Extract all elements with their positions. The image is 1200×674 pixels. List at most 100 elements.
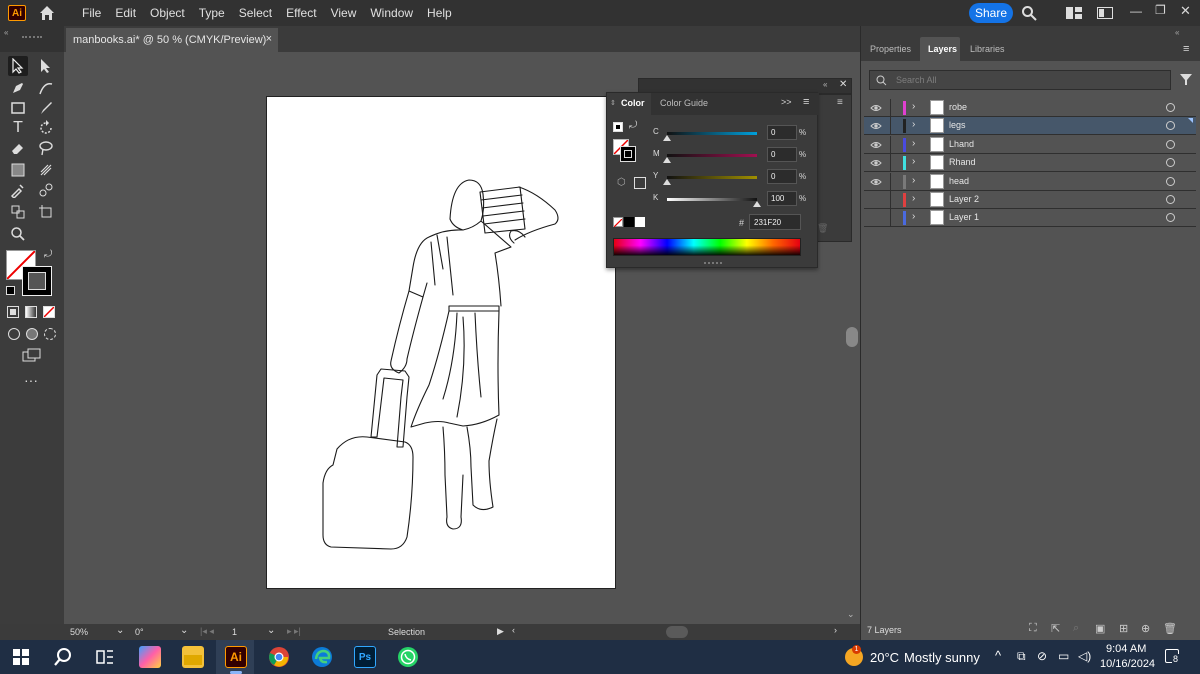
menu-help[interactable]: Help [427,6,452,20]
rotation-value[interactable]: 0° [135,627,144,637]
new-sublayer-icon[interactable]: ⊞ [1119,622,1128,635]
layer-target-icon[interactable] [1166,103,1175,112]
color-spectrum-bar[interactable] [613,238,801,256]
rotation-dropdown-icon[interactable]: ⌄ [180,625,188,636]
panel-menu-icon[interactable]: ≡ [1183,43,1189,55]
menu-type[interactable]: Type [199,6,225,20]
layers-search-input[interactable]: Search All [869,70,1171,90]
layer-name[interactable]: Layer 2 [949,194,979,204]
network-off-icon[interactable]: ⊘ [1037,649,1047,663]
display-icon[interactable]: ▭ [1058,649,1069,663]
expand-layer-icon[interactable]: › [912,193,915,204]
mesh-tool[interactable] [36,160,56,180]
collect-export-icon[interactable]: ⛶ [1029,622,1037,635]
visibility-toggle[interactable] [870,194,882,206]
pen-tool[interactable] [8,78,28,98]
slider-knob[interactable] [663,135,671,141]
menu-object[interactable]: Object [150,6,185,20]
layer-row[interactable]: › Lhand [864,135,1196,154]
slider-value-input[interactable]: 100 [767,191,797,206]
new-layer-icon[interactable]: ⊕ [1141,622,1150,635]
menu-edit[interactable]: Edit [115,6,136,20]
whatsapp-icon[interactable] [397,646,419,668]
expand-layer-icon[interactable]: › [912,138,915,149]
color-panel-menu-icon[interactable]: ≡ [803,96,809,108]
status-menu-icon[interactable]: ▶ [497,626,504,637]
document-tab[interactable]: manbooks.ai* @ 50 % (CMYK/Preview) × [66,28,278,52]
collapse-dock-icon[interactable]: « [1175,28,1179,37]
selection-tool[interactable] [8,56,28,76]
shape-builder-tool[interactable] [8,202,28,222]
scroll-right-icon[interactable]: › [834,625,837,635]
illustrator-taskbar-icon[interactable]: Ai [225,646,247,668]
menu-file[interactable]: File [82,6,101,20]
layer-name[interactable]: Rhand [949,157,976,167]
visibility-eye-icon[interactable] [870,176,882,188]
gradient-tool[interactable] [8,160,28,180]
layer-row[interactable]: › Layer 1 [864,209,1196,228]
layer-row[interactable]: › robe [864,99,1196,117]
visibility-eye-icon[interactable] [870,102,882,114]
layer-target-icon[interactable] [1166,139,1175,149]
layer-target-icon[interactable] [1166,213,1175,223]
scroll-down-icon[interactable]: ⌄ [847,609,855,620]
locate-object-icon[interactable]: ⌕ [1073,622,1079,635]
workspace-icon[interactable] [1097,7,1113,19]
clock-time[interactable]: 9:04 AM [1106,643,1146,655]
close-panel-icon[interactable]: ✕ [839,79,847,90]
more-tools-icon[interactable]: ··· [24,372,38,388]
layer-name[interactable]: robe [949,102,967,112]
slider-knob[interactable] [753,201,761,207]
weather-description[interactable]: Mostly sunny [904,650,980,665]
blend-tool[interactable] [36,180,56,200]
layer-row[interactable]: › Rhand [864,154,1196,173]
filter-icon[interactable] [1179,72,1193,86]
visibility-eye-icon[interactable] [870,120,882,132]
rectangle-tool[interactable] [8,98,28,118]
taskbar-search-icon[interactable] [53,647,73,667]
menu-effect[interactable]: Effect [286,6,316,20]
web-safe-color-swatch[interactable] [634,177,646,189]
tab-color-guide[interactable]: Color Guide [660,98,708,108]
layer-target-icon[interactable] [1166,195,1175,204]
none-mode-button[interactable] [43,306,55,318]
layer-name[interactable]: Layer 1 [949,212,979,222]
screen-mode-icon[interactable] [22,348,42,362]
visibility-toggle[interactable] [870,212,882,224]
mini-swap-icon[interactable]: ⤾ [629,120,637,131]
stub-menu-icon[interactable]: ≡ [837,97,843,108]
expand-layer-icon[interactable]: › [912,101,915,112]
visibility-eye-icon[interactable] [870,139,882,151]
layer-row[interactable]: › legs [864,117,1196,136]
arrange-documents-icon[interactable] [1066,7,1082,19]
slider-track[interactable] [667,176,757,179]
slider-value-input[interactable]: 0 [767,169,797,184]
direct-selection-tool[interactable] [36,56,56,76]
chrome-icon[interactable] [268,646,290,668]
color-stroke-swatch[interactable] [620,146,636,162]
rotate-tool[interactable] [36,118,56,138]
slider-knob[interactable] [663,157,671,163]
slider-track[interactable] [667,154,757,157]
tab-color[interactable]: ⇕ Color [607,93,651,115]
next-artboard-icon[interactable]: ▸ ▸| [287,626,301,637]
camera-app-icon[interactable]: ⧉ [1017,649,1026,664]
collapse-toolbar-icon[interactable]: « [4,28,8,37]
minimize-icon[interactable]: — [1130,4,1142,18]
artboard-tool[interactable] [36,202,56,222]
menu-view[interactable]: View [331,6,357,20]
slider-knob[interactable] [663,179,671,185]
expand-layer-icon[interactable]: › [912,156,915,167]
default-fill-stroke-icon[interactable] [6,286,15,295]
tab-properties[interactable]: Properties [870,44,911,54]
share-button[interactable]: Share [969,3,1013,23]
vertical-scroll-thumb[interactable] [846,327,858,347]
weather-temperature[interactable]: 20°C [870,650,899,665]
toolbar-grip[interactable] [22,36,42,38]
eyedropper-tool[interactable] [8,180,28,200]
tab-layers[interactable]: Layers [920,37,960,61]
swap-fill-stroke-icon[interactable]: ⤾ [44,249,52,260]
zoom-dropdown-icon[interactable]: ⌄ [116,625,124,636]
restore-icon[interactable]: ❐ [1155,3,1166,17]
collapse-panel-icon[interactable]: « [823,80,827,89]
